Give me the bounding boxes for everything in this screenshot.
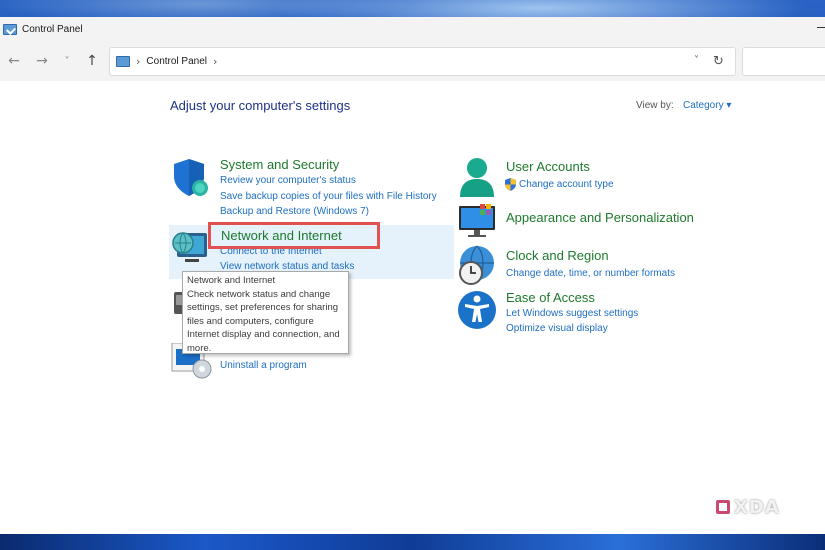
clock-globe-icon[interactable]: [457, 245, 499, 287]
address-dropdown-icon[interactable]: ˅: [694, 55, 699, 66]
tooltip-line: files and computers, configure: [187, 315, 314, 327]
breadcrumb-chevron-icon: ›: [136, 55, 141, 68]
view-by-dropdown[interactable]: Category ▾: [683, 100, 731, 111]
tooltip-line: Network and Internet: [187, 275, 276, 286]
main-content: Adjust your computer's settings View by:…: [0, 81, 825, 534]
ease-of-access-link[interactable]: Ease of Access: [506, 290, 595, 305]
user-accounts-icon[interactable]: [457, 157, 497, 197]
network-tooltip: Network and Internet Check network statu…: [182, 271, 349, 354]
taskbar-wallpaper-strip: [0, 534, 825, 550]
optimize-visual-display-link[interactable]: Optimize visual display: [506, 323, 608, 334]
control-panel-icon: [3, 23, 17, 35]
shield-icon[interactable]: [172, 158, 210, 198]
xda-logo-icon: [716, 500, 730, 514]
navigation-bar: ← → ˅ ↑ › Control Panel › ˅ ↻: [0, 41, 825, 81]
appearance-monitor-icon[interactable]: [458, 204, 498, 240]
windows-suggest-settings-link[interactable]: Let Windows suggest settings: [506, 308, 638, 319]
control-panel-icon: [116, 56, 130, 67]
title-bar: Control Panel: [0, 17, 825, 41]
control-panel-window: Control Panel ← → ˅ ↑ › Control Panel › …: [0, 17, 825, 534]
address-bar[interactable]: › Control Panel › ˅: [109, 47, 736, 76]
uninstall-program-link[interactable]: Uninstall a program: [220, 360, 307, 371]
minimize-icon[interactable]: [817, 27, 825, 28]
tooltip-line: Internet display and connection, and: [187, 329, 340, 340]
review-status-link[interactable]: Review your computer's status: [220, 175, 356, 186]
up-arrow-icon[interactable]: ↑: [82, 51, 102, 71]
tooltip-line: Check network status and change: [187, 288, 331, 300]
clock-and-region-link[interactable]: Clock and Region: [506, 248, 609, 263]
breadcrumb-control-panel[interactable]: Control Panel: [146, 56, 207, 67]
view-by-label: View by:: [636, 100, 674, 111]
change-date-time-link[interactable]: Change date, time, or number formats: [506, 268, 675, 279]
highlight-annotation-box: [208, 222, 380, 249]
system-and-security-link[interactable]: System and Security: [220, 157, 339, 172]
breadcrumb-chevron-icon[interactable]: ›: [213, 55, 217, 68]
refresh-icon[interactable]: ↻: [713, 55, 727, 69]
tooltip-line: more.: [187, 342, 212, 354]
tooltip-line: settings, set preferences for sharing: [187, 302, 339, 313]
backup-restore-link[interactable]: Backup and Restore (Windows 7): [220, 206, 369, 217]
window-title: Control Panel: [22, 23, 83, 35]
page-title: Adjust your computer's settings: [170, 98, 351, 113]
xda-watermark: XDA: [716, 496, 794, 518]
change-account-type-link[interactable]: Change account type: [519, 179, 614, 190]
search-input[interactable]: [742, 47, 825, 76]
file-history-link[interactable]: Save backup copies of your files with Fi…: [220, 191, 437, 202]
back-arrow-icon[interactable]: ←: [4, 51, 24, 71]
appearance-personalization-link[interactable]: Appearance and Personalization: [506, 210, 694, 225]
watermark-text: XDA: [734, 496, 780, 518]
recent-locations-chevron-icon[interactable]: ˅: [57, 51, 77, 71]
ease-of-access-icon[interactable]: [457, 290, 497, 330]
user-accounts-link[interactable]: User Accounts: [506, 159, 590, 174]
forward-arrow-icon[interactable]: →: [32, 51, 52, 71]
network-globe-icon[interactable]: [171, 229, 211, 267]
uac-shield-icon: [505, 178, 516, 191]
